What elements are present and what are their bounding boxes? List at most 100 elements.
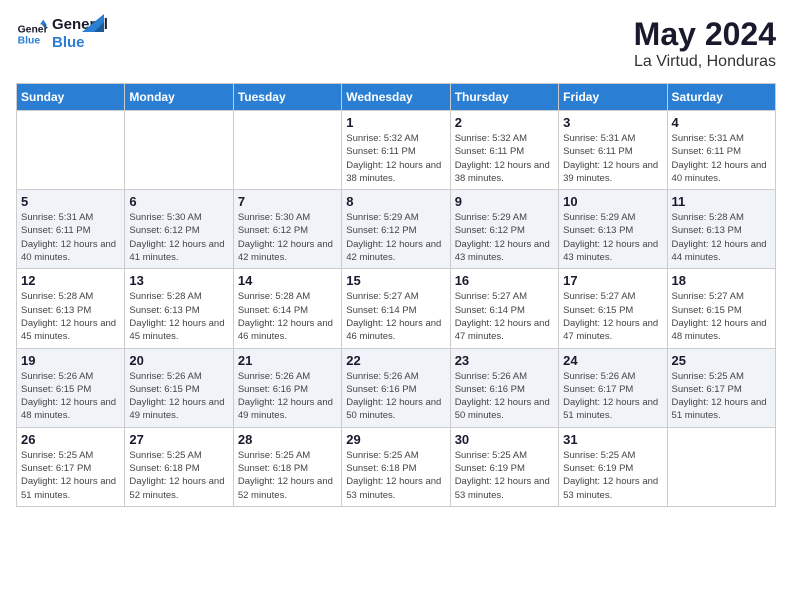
day-number: 27 — [129, 432, 228, 447]
day-number: 22 — [346, 353, 445, 368]
day-number: 2 — [455, 115, 554, 130]
calendar-cell: 4Sunrise: 5:31 AM Sunset: 6:11 PM Daylig… — [667, 111, 775, 190]
day-info: Sunrise: 5:27 AM Sunset: 6:15 PM Dayligh… — [672, 290, 771, 343]
day-number: 9 — [455, 194, 554, 209]
calendar-cell: 8Sunrise: 5:29 AM Sunset: 6:12 PM Daylig… — [342, 190, 450, 269]
calendar-cell: 2Sunrise: 5:32 AM Sunset: 6:11 PM Daylig… — [450, 111, 558, 190]
day-number: 29 — [346, 432, 445, 447]
day-info: Sunrise: 5:25 AM Sunset: 6:17 PM Dayligh… — [672, 370, 771, 423]
day-info: Sunrise: 5:25 AM Sunset: 6:19 PM Dayligh… — [563, 449, 662, 502]
svg-text:Blue: Blue — [18, 36, 41, 47]
day-info: Sunrise: 5:29 AM Sunset: 6:12 PM Dayligh… — [455, 211, 554, 264]
calendar-cell: 30 Sunrise: 5:25 AM Sunset: 6:19 PM Dayli… — [450, 427, 558, 506]
day-info: Sunrise: 5:26 AM Sunset: 6:16 PM Dayligh… — [455, 370, 554, 423]
calendar-cell: 7Sunrise: 5:30 AM Sunset: 6:12 PM Daylig… — [233, 190, 341, 269]
day-info: Sunrise: 5:31 AM Sunset: 6:11 PM Dayligh… — [21, 211, 120, 264]
day-info: Sunrise: 5:30 AM Sunset: 6:12 PM Dayligh… — [129, 211, 228, 264]
day-number: 3 — [563, 115, 662, 130]
calendar-week-row: 19 Sunrise: 5:26 AM Sunset: 6:15 PM Dayli… — [17, 348, 776, 427]
calendar-cell: 27 Sunrise: 5:25 AM Sunset: 6:18 PM Dayli… — [125, 427, 233, 506]
day-number: 19 — [21, 353, 120, 368]
weekday-header-thursday: Thursday — [450, 84, 558, 111]
calendar-cell: 20 Sunrise: 5:26 AM Sunset: 6:15 PM Dayli… — [125, 348, 233, 427]
calendar-cell: 17 Sunrise: 5:27 AM Sunset: 6:15 PM Dayli… — [559, 269, 667, 348]
calendar-cell: 22 Sunrise: 5:26 AM Sunset: 6:16 PM Dayli… — [342, 348, 450, 427]
day-number: 31 — [563, 432, 662, 447]
day-number: 26 — [21, 432, 120, 447]
day-number: 10 — [563, 194, 662, 209]
calendar-cell: 24 Sunrise: 5:26 AM Sunset: 6:17 PM Dayli… — [559, 348, 667, 427]
day-info: Sunrise: 5:26 AM Sunset: 6:16 PM Dayligh… — [346, 370, 445, 423]
day-number: 7 — [238, 194, 337, 209]
day-number: 11 — [672, 194, 771, 209]
calendar-cell: 5 Sunrise: 5:31 AM Sunset: 6:11 PM Daylig… — [17, 190, 125, 269]
weekday-header-wednesday: Wednesday — [342, 84, 450, 111]
calendar-cell — [125, 111, 233, 190]
calendar-week-row: 12 Sunrise: 5:28 AM Sunset: 6:13 PM Dayli… — [17, 269, 776, 348]
day-info: Sunrise: 5:28 AM Sunset: 6:13 PM Dayligh… — [672, 211, 771, 264]
day-info: Sunrise: 5:25 AM Sunset: 6:18 PM Dayligh… — [238, 449, 337, 502]
calendar-cell: 6Sunrise: 5:30 AM Sunset: 6:12 PM Daylig… — [125, 190, 233, 269]
weekday-header-tuesday: Tuesday — [233, 84, 341, 111]
day-info: Sunrise: 5:26 AM Sunset: 6:17 PM Dayligh… — [563, 370, 662, 423]
day-number: 28 — [238, 432, 337, 447]
day-info: Sunrise: 5:27 AM Sunset: 6:14 PM Dayligh… — [346, 290, 445, 343]
weekday-header-sunday: Sunday — [17, 84, 125, 111]
logo-icon: General Blue — [16, 18, 48, 50]
day-info: Sunrise: 5:25 AM Sunset: 6:18 PM Dayligh… — [346, 449, 445, 502]
day-number: 21 — [238, 353, 337, 368]
calendar-week-row: 5 Sunrise: 5:31 AM Sunset: 6:11 PM Daylig… — [17, 190, 776, 269]
weekday-header-row: SundayMondayTuesdayWednesdayThursdayFrid… — [17, 84, 776, 111]
day-number: 17 — [563, 273, 662, 288]
day-info: Sunrise: 5:25 AM Sunset: 6:18 PM Dayligh… — [129, 449, 228, 502]
day-number: 15 — [346, 273, 445, 288]
day-number: 30 — [455, 432, 554, 447]
day-number: 18 — [672, 273, 771, 288]
calendar-cell: 13Sunrise: 5:28 AM Sunset: 6:13 PM Dayli… — [125, 269, 233, 348]
day-info: Sunrise: 5:28 AM Sunset: 6:13 PM Dayligh… — [21, 290, 120, 343]
weekday-header-monday: Monday — [125, 84, 233, 111]
day-number: 20 — [129, 353, 228, 368]
day-number: 24 — [563, 353, 662, 368]
day-number: 12 — [21, 273, 120, 288]
weekday-header-friday: Friday — [559, 84, 667, 111]
month-title: May 2024 — [634, 16, 776, 53]
calendar-cell: 31 Sunrise: 5:25 AM Sunset: 6:19 PM Dayli… — [559, 427, 667, 506]
day-number: 25 — [672, 353, 771, 368]
calendar-cell: 25 Sunrise: 5:25 AM Sunset: 6:17 PM Dayli… — [667, 348, 775, 427]
calendar-cell: 21Sunrise: 5:26 AM Sunset: 6:16 PM Dayli… — [233, 348, 341, 427]
calendar-week-row: 26 Sunrise: 5:25 AM Sunset: 6:17 PM Dayli… — [17, 427, 776, 506]
page-header: General Blue General Blue May 2024 La Vi… — [16, 16, 776, 71]
day-info: Sunrise: 5:28 AM Sunset: 6:14 PM Dayligh… — [238, 290, 337, 343]
calendar-cell: 26 Sunrise: 5:25 AM Sunset: 6:17 PM Dayli… — [17, 427, 125, 506]
calendar-week-row: 1Sunrise: 5:32 AM Sunset: 6:11 PM Daylig… — [17, 111, 776, 190]
day-info: Sunrise: 5:29 AM Sunset: 6:12 PM Dayligh… — [346, 211, 445, 264]
day-info: Sunrise: 5:26 AM Sunset: 6:15 PM Dayligh… — [129, 370, 228, 423]
day-number: 23 — [455, 353, 554, 368]
day-number: 5 — [21, 194, 120, 209]
day-number: 16 — [455, 273, 554, 288]
day-info: Sunrise: 5:27 AM Sunset: 6:14 PM Dayligh… — [455, 290, 554, 343]
calendar-cell: 9 Sunrise: 5:29 AM Sunset: 6:12 PM Daylig… — [450, 190, 558, 269]
calendar-cell — [233, 111, 341, 190]
day-info: Sunrise: 5:25 AM Sunset: 6:17 PM Dayligh… — [21, 449, 120, 502]
calendar-cell: 11 Sunrise: 5:28 AM Sunset: 6:13 PM Dayli… — [667, 190, 775, 269]
calendar-cell: 23 Sunrise: 5:26 AM Sunset: 6:16 PM Dayli… — [450, 348, 558, 427]
calendar-cell: 3 Sunrise: 5:31 AM Sunset: 6:11 PM Daylig… — [559, 111, 667, 190]
day-info: Sunrise: 5:31 AM Sunset: 6:11 PM Dayligh… — [563, 132, 662, 185]
calendar-cell: 28 Sunrise: 5:25 AM Sunset: 6:18 PM Dayli… — [233, 427, 341, 506]
logo-blue: Blue — [52, 34, 108, 52]
calendar-cell — [17, 111, 125, 190]
calendar-cell: 10 Sunrise: 5:29 AM Sunset: 6:13 PM Dayli… — [559, 190, 667, 269]
logo: General Blue General Blue — [16, 16, 104, 52]
day-info: Sunrise: 5:25 AM Sunset: 6:19 PM Dayligh… — [455, 449, 554, 502]
location-title: La Virtud, Honduras — [634, 53, 776, 71]
day-number: 13 — [129, 273, 228, 288]
title-block: May 2024 La Virtud, Honduras — [634, 16, 776, 71]
day-number: 4 — [672, 115, 771, 130]
calendar-cell: 12 Sunrise: 5:28 AM Sunset: 6:13 PM Dayli… — [17, 269, 125, 348]
calendar-cell — [667, 427, 775, 506]
day-info: Sunrise: 5:27 AM Sunset: 6:15 PM Dayligh… — [563, 290, 662, 343]
day-info: Sunrise: 5:29 AM Sunset: 6:13 PM Dayligh… — [563, 211, 662, 264]
weekday-header-saturday: Saturday — [667, 84, 775, 111]
